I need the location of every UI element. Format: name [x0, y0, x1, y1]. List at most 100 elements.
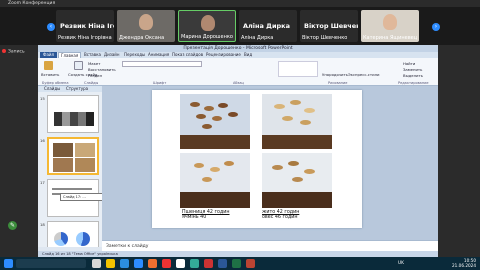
paragraph-buttons[interactable]: [208, 61, 272, 75]
app-icon[interactable]: [162, 259, 171, 268]
thumb-photo: [53, 158, 73, 172]
caption-left-line2: ячмінь 40: [182, 215, 207, 220]
edge-icon[interactable]: [120, 259, 129, 268]
participant-tile-1[interactable]: Резвик Ніна Іго... Резвик Ніна Ігорівна: [56, 10, 114, 42]
seed: [224, 161, 234, 166]
caption-left: Пшениця 42 годин ячмінь 40: [182, 210, 230, 220]
participant-tile-3[interactable]: Марина Дорошенко: [178, 10, 236, 42]
slide-thumbnail[interactable]: [47, 95, 99, 133]
seed: [304, 108, 315, 113]
seed: [218, 103, 228, 108]
participant-name: Катерина Ящиневец: [363, 35, 418, 41]
photo-wheat-germinated[interactable]: [180, 94, 250, 149]
paste-icon[interactable]: [44, 61, 53, 70]
app-icon[interactable]: [246, 259, 255, 268]
recording-indicator[interactable]: Запись: [2, 49, 25, 55]
caption-right: жито 42 годин овес 46 годин: [262, 210, 299, 220]
clock-date: 21.06.2024: [452, 263, 476, 268]
seed: [196, 114, 206, 119]
group-paragraph: Абзац: [233, 81, 244, 85]
layout-button[interactable]: Макет: [88, 61, 100, 66]
photo-barley-germinated[interactable]: [180, 153, 250, 208]
participant-tile-4[interactable]: Аліна Дирка Аліна Дирка: [239, 10, 297, 42]
thumb-text-line: [52, 188, 92, 190]
ppt-title-bar: Презентація Дорошенко - Microsoft PowerP…: [38, 45, 438, 52]
font-name-select[interactable]: [122, 61, 202, 67]
clock[interactable]: 10:50 21.06.2024: [452, 258, 476, 268]
participant-name: Марина Дорошенко: [181, 34, 233, 40]
thumb-number: 18: [40, 222, 45, 227]
gallery-next-arrow-icon[interactable]: ›: [432, 23, 440, 31]
thumb-number: 15: [40, 96, 45, 101]
thumb-pie: [54, 232, 68, 246]
word-icon[interactable]: [218, 259, 227, 268]
participant-name: Віктор Шевченко: [302, 35, 348, 41]
seed: [288, 161, 299, 166]
seed: [194, 163, 204, 168]
app-icon[interactable]: [148, 259, 157, 268]
seed: [228, 112, 238, 117]
app-icon[interactable]: [92, 259, 101, 268]
reset-button[interactable]: Восстановить: [88, 67, 116, 72]
caption-right-line2: овес 46 годин: [262, 215, 298, 220]
slide-thumbnail[interactable]: [47, 221, 99, 247]
new-slide-icon[interactable]: [74, 61, 83, 70]
photo-surface: [180, 192, 250, 208]
slide[interactable]: Пшениця 42 годин ячмінь 40 жито 42 годин…: [152, 90, 362, 228]
participant-big-name: Аліна Дирка: [243, 22, 290, 30]
participant-name: Резвик Ніна Ігорівна: [58, 35, 112, 41]
seed: [272, 165, 283, 170]
thumb-photo: [53, 143, 73, 157]
excel-icon[interactable]: [232, 259, 241, 268]
seed: [204, 106, 214, 111]
quick-styles-button[interactable]: Экспресс-стили: [348, 72, 379, 77]
photo-rye-germinated[interactable]: [262, 94, 332, 149]
section-button[interactable]: Раздел: [88, 73, 102, 78]
gallery-prev-arrow-icon[interactable]: ‹: [47, 23, 55, 31]
participant-tile-5[interactable]: Віктор Шевчен... Віктор Шевченко: [300, 10, 358, 42]
zoom-left-dock: Запись ✎: [0, 45, 38, 257]
taskbar-search-box[interactable]: [16, 259, 86, 268]
font-format-buttons[interactable]: [122, 69, 202, 75]
powerpoint-icon[interactable]: [204, 259, 213, 268]
slide-editing-area: Пшениця 42 годин ячмінь 40 жито 42 годин…: [102, 86, 438, 240]
select-button[interactable]: Выделить: [403, 73, 423, 78]
replace-button[interactable]: Заменить: [403, 67, 422, 72]
arrange-button[interactable]: Упорядочить: [322, 72, 348, 77]
seed: [210, 167, 220, 172]
zoom-icon[interactable]: [134, 259, 143, 268]
slide-thumbnail-selected[interactable]: [47, 137, 99, 175]
find-button[interactable]: Найти: [403, 61, 415, 66]
participant-face: [201, 15, 215, 31]
paste-button[interactable]: Вставить: [41, 72, 59, 77]
powerpoint-window: Презентація Дорошенко - Microsoft PowerP…: [38, 45, 438, 257]
photo-oat-germinated[interactable]: [262, 153, 332, 208]
shapes-gallery[interactable]: [278, 61, 318, 77]
group-slides: Слайды: [84, 81, 99, 85]
seed: [190, 102, 200, 107]
seed: [292, 177, 303, 182]
folder-icon[interactable]: [106, 259, 115, 268]
seed: [290, 100, 301, 105]
annotate-pen-icon[interactable]: ✎: [8, 221, 17, 230]
group-font: Шрифт: [153, 81, 167, 85]
start-icon[interactable]: [4, 259, 13, 268]
keyboard-language[interactable]: UK: [398, 260, 404, 265]
group-clipboard: Буфер обмена: [42, 81, 69, 85]
participant-face: [383, 14, 397, 30]
chrome-icon[interactable]: [176, 259, 185, 268]
group-drawing: Рисование: [328, 81, 348, 85]
zoom-right-dock: [438, 45, 480, 257]
seed: [274, 104, 285, 109]
app-icon[interactable]: [190, 259, 199, 268]
zoom-window-title: Zoom Конференция: [0, 0, 480, 7]
participant-big-name: Резвик Ніна Іго...: [60, 22, 114, 30]
ribbon: Вставить Создать слайд Макет Восстановит…: [38, 58, 438, 86]
participant-tile-2[interactable]: Джендра Оксана: [117, 10, 175, 42]
thumb-number: 16: [40, 138, 45, 143]
photo-surface: [262, 192, 332, 208]
notes-pane[interactable]: Заметки к слайду: [102, 240, 438, 251]
participant-big-name: Віктор Шевчен...: [304, 22, 358, 30]
participant-tile-6[interactable]: Катерина Ящиневец: [361, 10, 419, 42]
participant-name: Аліна Дирка: [241, 35, 274, 41]
